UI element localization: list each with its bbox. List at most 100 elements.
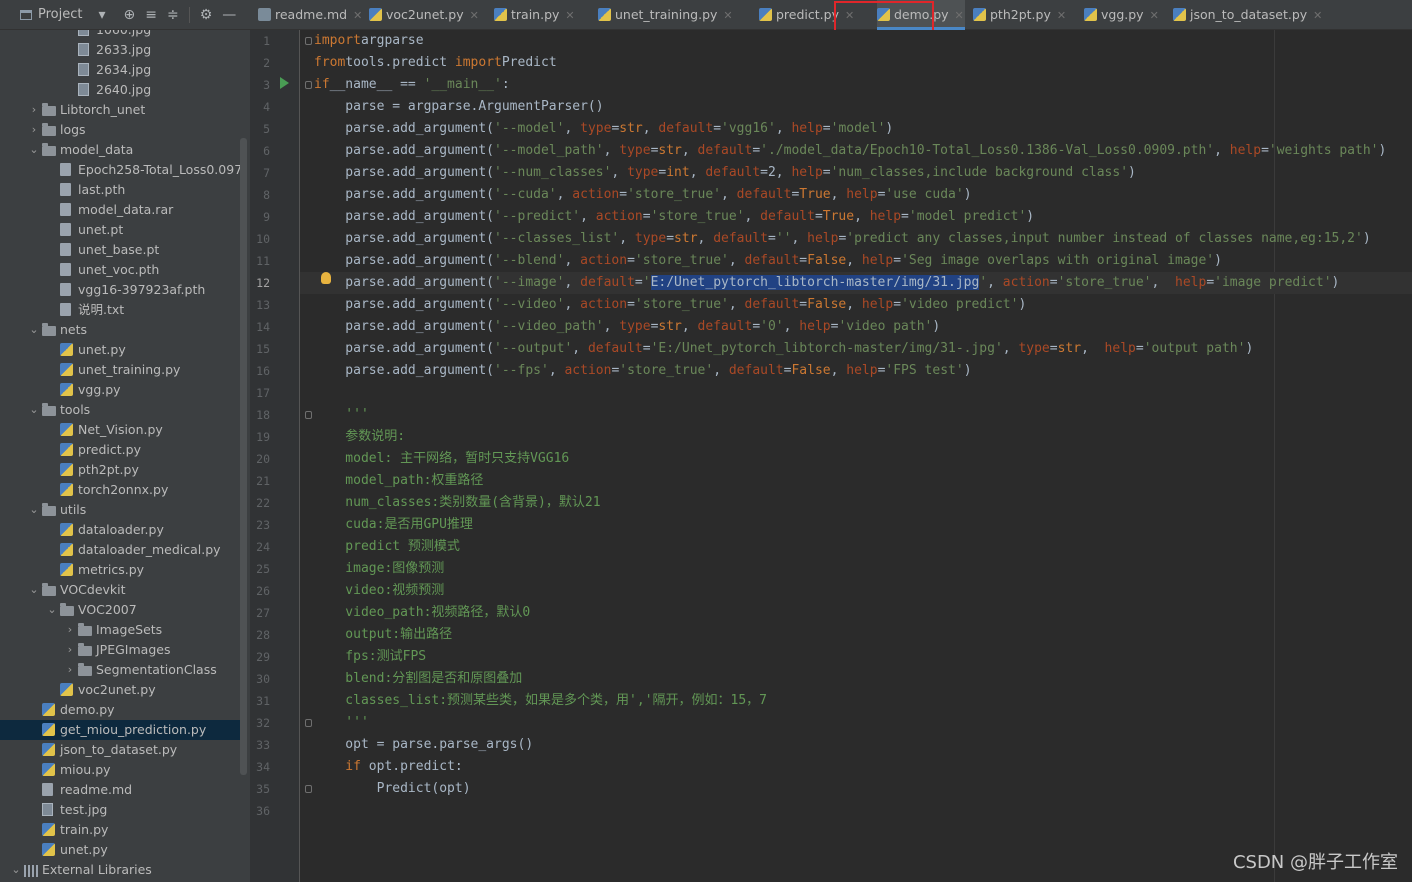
code-line[interactable]: '''	[300, 404, 1412, 426]
tree-file[interactable]: test.jpg	[0, 800, 240, 820]
chevron-down-icon[interactable]: ⌄	[28, 580, 40, 600]
sidebar-scrollbar[interactable]	[240, 138, 247, 775]
code-editor[interactable]: importargparse fromtools.predict importPr…	[300, 30, 1412, 882]
code-line[interactable]: blend:分割图是否和原图叠加	[300, 668, 1412, 690]
tree-file[interactable]: metrics.py	[0, 560, 240, 580]
code-line[interactable]: parse.add_argument('--predict', action='…	[300, 206, 1412, 228]
tree-folder[interactable]: ⌄ utils	[0, 500, 240, 520]
chevron-down-icon[interactable]: ▾	[98, 7, 105, 23]
code-line[interactable]: parse.add_argument('--classes_list', typ…	[300, 228, 1412, 250]
tree-file[interactable]: dataloader_medical.py	[0, 540, 240, 560]
tree-file[interactable]: unet_voc.pth	[0, 260, 240, 280]
tree-file[interactable]: 1060.jpg	[0, 30, 240, 40]
tab-demo-py[interactable]: demo.py ✕	[877, 0, 965, 30]
code-line[interactable]: parse.add_argument('--model', type=str, …	[300, 118, 1412, 140]
chevron-down-icon[interactable]: ⌄	[28, 500, 40, 520]
tree-folder[interactable]: › JPEGImages	[0, 640, 240, 660]
close-icon[interactable]: ✕	[1057, 9, 1066, 22]
tree-file[interactable]: last.pth	[0, 180, 240, 200]
tree-file[interactable]: pth2pt.py	[0, 460, 240, 480]
tree-file[interactable]: Epoch258-Total_Loss0.0976-	[0, 160, 240, 180]
code-line[interactable]: Predict(opt)	[300, 778, 1412, 800]
fold-marker-icon[interactable]	[305, 785, 312, 793]
close-icon[interactable]: ✕	[565, 9, 574, 22]
tree-file[interactable]: readme.md	[0, 780, 240, 800]
tree-file[interactable]: unet.py	[0, 340, 240, 360]
tree-file[interactable]: vgg.py	[0, 380, 240, 400]
collapse-all-icon[interactable]: ≑	[167, 7, 179, 23]
run-icon[interactable]	[280, 77, 289, 89]
tree-folder[interactable]: ⌄ nets	[0, 320, 240, 340]
chevron-right-icon[interactable]: ›	[64, 660, 76, 680]
code-line[interactable]: parse = argparse.ArgumentParser()	[300, 96, 1412, 118]
tree-file[interactable]: dataloader.py	[0, 520, 240, 540]
chevron-down-icon[interactable]: ⌄	[28, 140, 40, 160]
code-line[interactable]	[300, 800, 1412, 822]
tree-file[interactable]: 2634.jpg	[0, 60, 240, 80]
tree-file[interactable]: get_miou_prediction.py	[0, 720, 240, 740]
code-line[interactable]: num_classes:类别数量(含背景)，默认21	[300, 492, 1412, 514]
tree-folder[interactable]: ⌄ VOCdevkit	[0, 580, 240, 600]
chevron-right-icon[interactable]: ›	[64, 620, 76, 640]
tree-file[interactable]: miou.py	[0, 760, 240, 780]
tree-folder[interactable]: ⌄ tools	[0, 400, 240, 420]
code-line[interactable]: model_path:权重路径	[300, 470, 1412, 492]
project-tree[interactable]: 1060.jpg 2633.jpg 2634.jpg 2640.jpg › Libtorc…	[0, 30, 250, 882]
close-icon[interactable]: ✕	[955, 9, 964, 22]
chevron-down-icon[interactable]: ⌄	[46, 600, 58, 620]
tab-voc2unet-py[interactable]: voc2unet.py ✕	[369, 0, 486, 30]
gear-icon[interactable]: ⚙	[200, 7, 213, 23]
tab-unet_training-py[interactable]: unet_training.py ✕	[598, 0, 751, 30]
code-line[interactable]: video:视频预测	[300, 580, 1412, 602]
tree-file[interactable]: json_to_dataset.py	[0, 740, 240, 760]
tree-folder[interactable]: › ImageSets	[0, 620, 240, 640]
chevron-down-icon[interactable]: ⌄	[10, 860, 22, 880]
tab-json_to_dataset-py[interactable]: json_to_dataset.py ✕	[1173, 0, 1341, 30]
tab-readme-md[interactable]: readme.md ✕	[258, 0, 362, 30]
tree-folder[interactable]: › Libtorch_unet	[0, 100, 240, 120]
tree-file[interactable]: Net_Vision.py	[0, 420, 240, 440]
tree-folder[interactable]: › SegmentationClass	[0, 660, 240, 680]
code-line[interactable]: parse.add_argument('--cuda', action='sto…	[300, 184, 1412, 206]
tab-predict-py[interactable]: predict.py ✕	[759, 0, 869, 30]
tree-file[interactable]: train.py	[0, 820, 240, 840]
close-icon[interactable]: ✕	[1313, 9, 1322, 22]
tree-file[interactable]: vgg16-397923af.pth	[0, 280, 240, 300]
tree-file[interactable]: demo.py	[0, 700, 240, 720]
tree-file[interactable]: predict.py	[0, 440, 240, 460]
code-line[interactable]: fps:测试FPS	[300, 646, 1412, 668]
code-line[interactable]: parse.add_argument('--fps', action='stor…	[300, 360, 1412, 382]
code-line[interactable]: parse.add_argument('--video_path', type =…	[300, 316, 1412, 338]
close-icon[interactable]: ✕	[1150, 9, 1159, 22]
code-line[interactable]: parse.add_argument('--num_classes', type…	[300, 162, 1412, 184]
tree-folder[interactable]: ⌄ VOC2007	[0, 600, 240, 620]
intention-bulb-icon[interactable]	[321, 272, 331, 284]
chevron-down-icon[interactable]: ⌄	[28, 320, 40, 340]
tree-folder[interactable]: › logs	[0, 120, 240, 140]
close-icon[interactable]: ✕	[353, 9, 362, 22]
code-line[interactable]: predict 预测模式	[300, 536, 1412, 558]
fold-marker-icon[interactable]	[305, 719, 312, 727]
code-line[interactable]: '''	[300, 712, 1412, 734]
minus-icon[interactable]: —	[222, 7, 236, 23]
code-line[interactable]: output:输出路径	[300, 624, 1412, 646]
code-line[interactable]: 参数说明:	[300, 426, 1412, 448]
tree-file[interactable]: unet_base.pt	[0, 240, 240, 260]
code-line[interactable]: model: 主干网络，暂时只支持VGG16	[300, 448, 1412, 470]
expand-all-icon[interactable]: ≡	[145, 7, 157, 23]
tree-file[interactable]: model_data.rar	[0, 200, 240, 220]
tab-vgg-py[interactable]: vgg.py ✕	[1084, 0, 1165, 30]
tree-file[interactable]: 说明.txt	[0, 300, 240, 320]
tab-pth2pt-py[interactable]: pth2pt.py ✕	[973, 0, 1076, 30]
code-line[interactable]: opt = parse.parse_args()	[300, 734, 1412, 756]
tree-file[interactable]: torch2onnx.py	[0, 480, 240, 500]
fold-marker-icon[interactable]	[305, 37, 312, 45]
tree-file[interactable]: 2640.jpg	[0, 80, 240, 100]
tree-file[interactable]: voc2unet.py	[0, 680, 240, 700]
code-line[interactable]	[300, 382, 1412, 404]
close-icon[interactable]: ✕	[470, 9, 479, 22]
tree-file[interactable]: unet_training.py	[0, 360, 240, 380]
tree-file[interactable]: 2633.jpg	[0, 40, 240, 60]
chevron-right-icon[interactable]: ›	[28, 100, 40, 120]
chevron-right-icon[interactable]: ›	[28, 120, 40, 140]
